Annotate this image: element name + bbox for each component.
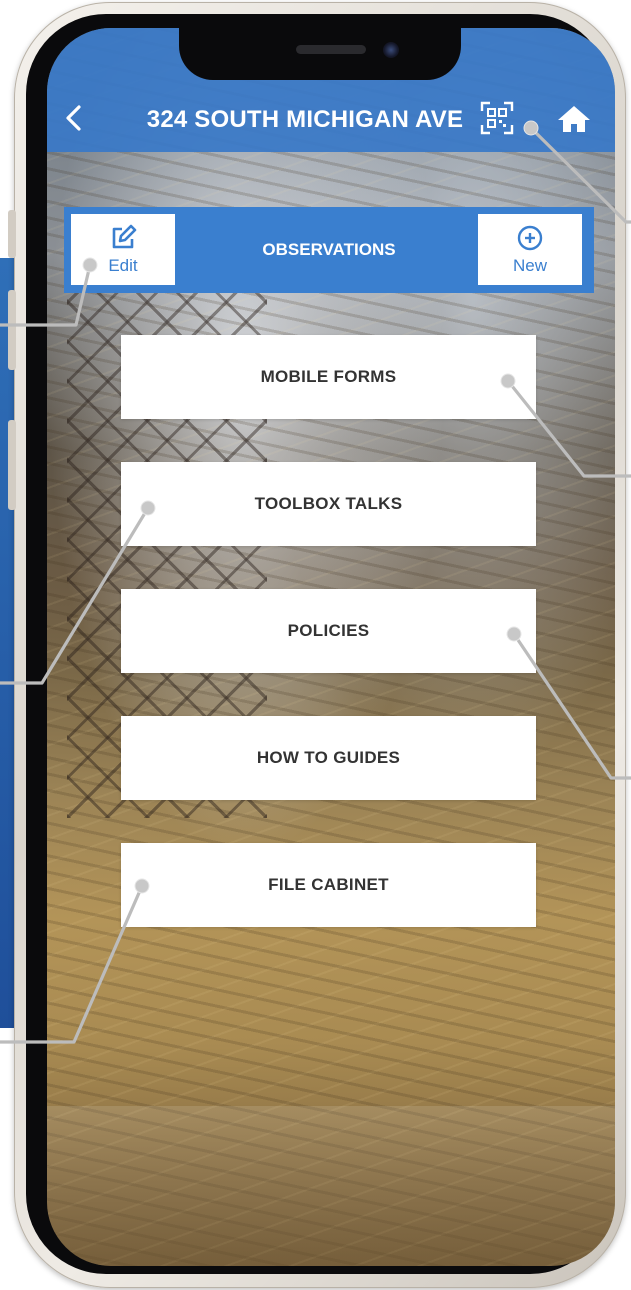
front-camera (383, 42, 399, 58)
back-button[interactable] (60, 100, 88, 136)
new-button[interactable]: New (478, 214, 582, 285)
volume-button (8, 210, 16, 258)
edit-button[interactable]: Edit (71, 214, 175, 285)
plus-circle-icon (517, 225, 543, 250)
new-label: New (512, 255, 547, 275)
speaker-grille (296, 45, 366, 54)
observations-bar: Edit OBSERVATIONS New (64, 207, 594, 293)
observations-title: OBSERVATIONS (262, 240, 396, 259)
page-title: 324 SOUTH MICHIGAN AVE (146, 106, 464, 133)
edit-icon (112, 224, 137, 248)
menu-item-file-cabinet[interactable]: FILE CABINET (121, 843, 536, 927)
qr-scan-button[interactable] (480, 101, 514, 135)
chevron-left-icon (66, 105, 81, 131)
qr-code-icon (480, 101, 514, 135)
menu-item-policies[interactable]: POLICIES (121, 589, 536, 673)
mute-switch (8, 420, 16, 510)
menu-item-how-to-guides[interactable]: HOW TO GUIDES (121, 716, 536, 800)
home-button[interactable] (556, 104, 592, 134)
home-icon (558, 106, 590, 132)
menu-item-mobile-forms[interactable]: MOBILE FORMS (121, 335, 536, 419)
blurred-foreground (47, 1106, 615, 1266)
volume-button-down (8, 290, 16, 370)
menu-item-toolbox-talks[interactable]: TOOLBOX TALKS (121, 462, 536, 546)
edit-label: Edit (108, 255, 138, 275)
